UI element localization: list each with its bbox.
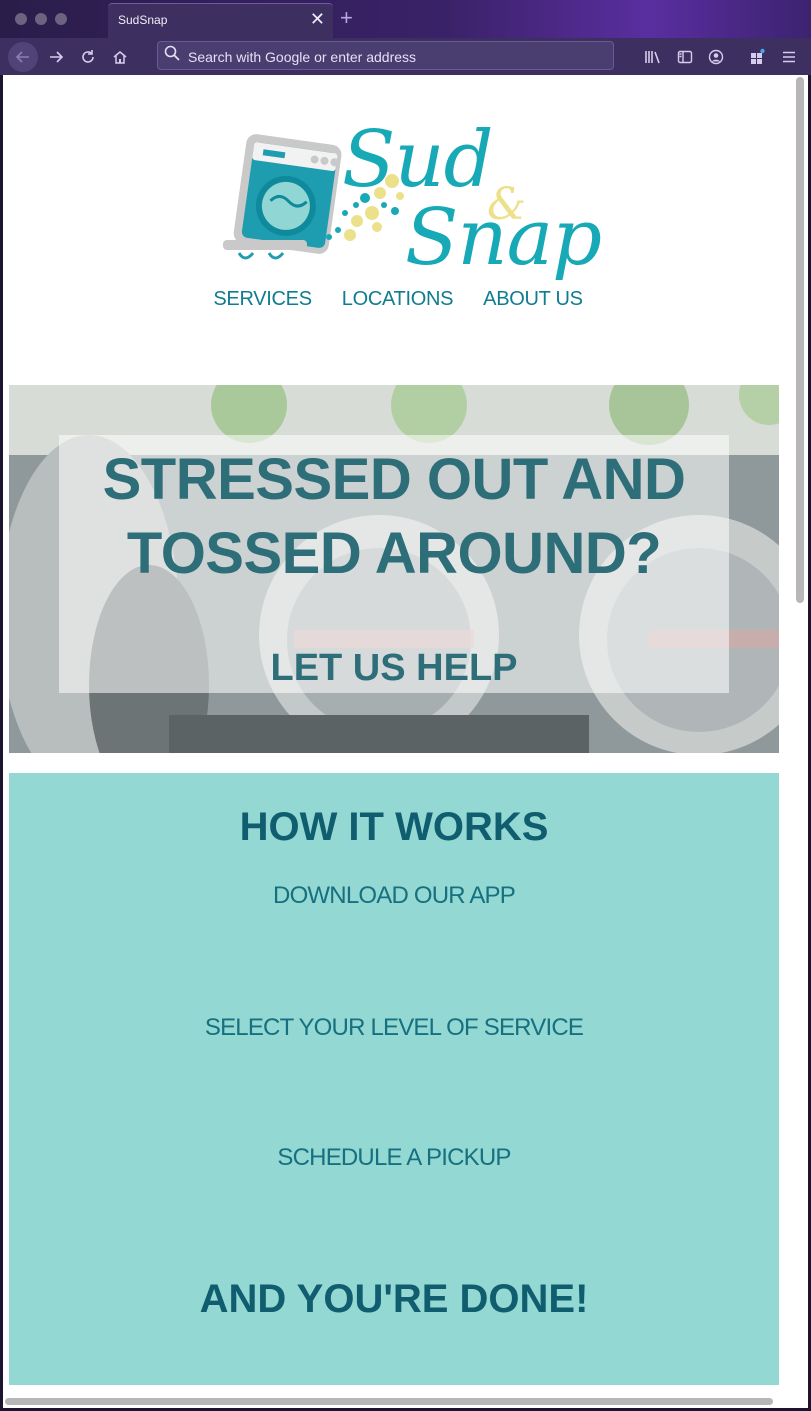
forward-icon[interactable] — [41, 42, 71, 72]
tab-title: SudSnap — [118, 13, 168, 27]
page-viewport: Sud & Snap SERVICES LOCATIONS ABOUT US S… — [3, 75, 808, 1408]
vertical-scrollbar-thumb[interactable] — [796, 77, 804, 603]
hero-title: STRESSED OUT AND TOSSED AROUND? — [102, 447, 686, 586]
browser-tab[interactable]: SudSnap ✕ — [108, 3, 333, 38]
reload-icon[interactable] — [73, 42, 103, 72]
how-it-works-section: HOW IT WORKS DOWNLOAD OUR APP SELECT YOU… — [9, 773, 779, 1385]
nav-link-services[interactable]: SERVICES — [213, 288, 312, 311]
main-nav: SERVICES LOCATIONS ABOUT US — [3, 288, 793, 311]
step-select-service: SELECT YOUR LEVEL OF SERVICE — [204, 1014, 584, 1041]
address-bar[interactable]: Search with Google or enter address — [157, 41, 614, 70]
library-icon[interactable] — [638, 42, 668, 72]
extensions-icon[interactable] — [742, 42, 772, 72]
search-icon — [164, 45, 180, 66]
menu-icon[interactable] — [774, 42, 804, 72]
home-icon[interactable] — [105, 42, 135, 72]
hero-overlay: STRESSED OUT AND TOSSED AROUND? LET US H… — [59, 435, 729, 693]
minimize-window-button[interactable] — [35, 13, 47, 25]
logo-text-snap: Snap — [405, 193, 602, 283]
horizontal-scrollbar-thumb[interactable] — [5, 1398, 773, 1405]
browser-toolbar: Search with Google or enter address — [0, 38, 811, 75]
nav-link-about-us[interactable]: ABOUT US — [483, 288, 583, 311]
browser-titlebar: SudSnap ✕ + — [0, 0, 811, 38]
back-icon[interactable] — [8, 42, 38, 72]
step-download-app: DOWNLOAD OUR APP — [273, 882, 516, 909]
hero-banner: STRESSED OUT AND TOSSED AROUND? LET US H… — [9, 385, 779, 753]
hero-subtitle: LET US HELP — [270, 647, 518, 689]
site-logo[interactable]: Sud & Snap — [217, 103, 602, 278]
new-tab-button[interactable]: + — [340, 6, 353, 30]
horizontal-scrollbar[interactable] — [3, 1395, 808, 1408]
vertical-scrollbar[interactable] — [793, 75, 808, 1395]
logo-text-sud: Sud — [342, 115, 494, 205]
sidebar-icon[interactable] — [670, 42, 700, 72]
nav-link-locations[interactable]: LOCATIONS — [342, 288, 454, 311]
account-icon[interactable] — [701, 42, 731, 72]
how-it-works-closing: AND YOU'RE DONE! — [199, 1277, 589, 1321]
close-window-button[interactable] — [15, 13, 27, 25]
maximize-window-button[interactable] — [55, 13, 67, 25]
address-placeholder: Search with Google or enter address — [188, 49, 417, 65]
close-tab-icon[interactable]: ✕ — [310, 9, 325, 29]
step-schedule-pickup: SCHEDULE A PICKUP — [277, 1144, 511, 1171]
how-it-works-title: HOW IT WORKS — [239, 805, 549, 849]
